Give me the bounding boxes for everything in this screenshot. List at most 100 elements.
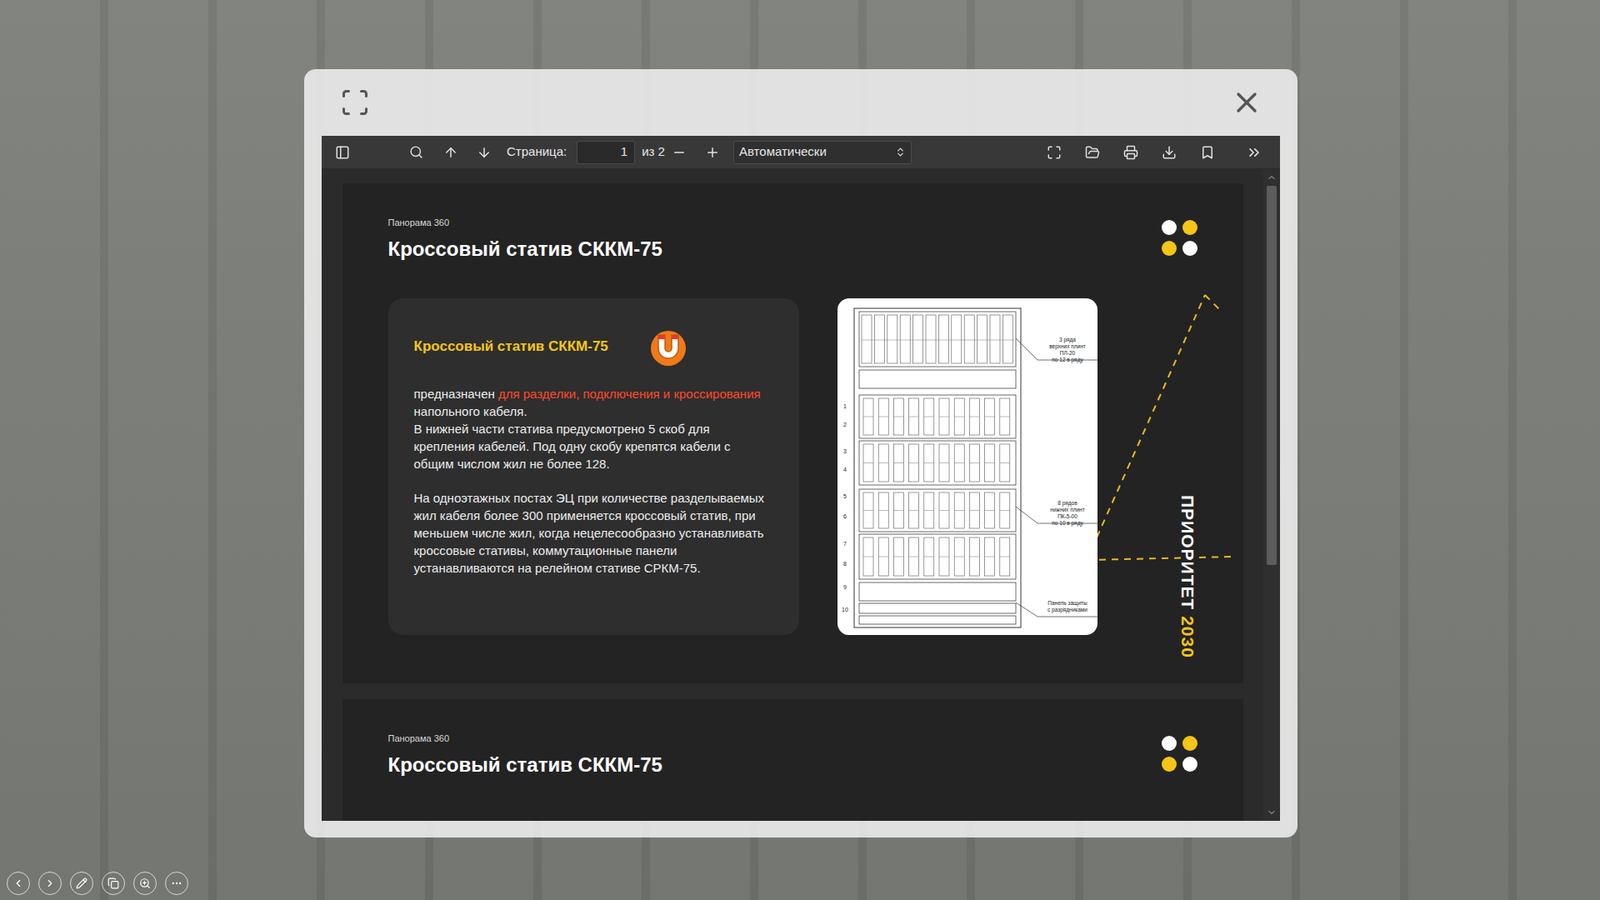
page-caption: Панорама 360 bbox=[388, 732, 663, 745]
pdf-toolbar: Страница: 1 из 2 Автоматически bbox=[321, 135, 1280, 170]
cabinet-diagram: 123456789103 рядаверхних плинтПЛ-20по 12… bbox=[837, 298, 1098, 635]
minus-icon bbox=[671, 145, 687, 160]
dot bbox=[1182, 240, 1198, 256]
arrow-down-icon bbox=[476, 145, 492, 160]
dot bbox=[1161, 240, 1177, 256]
search-icon bbox=[409, 145, 424, 160]
svg-text:Панель защиты: Панель защиты bbox=[1047, 600, 1088, 607]
dot bbox=[1182, 220, 1198, 235]
scroll-thumb[interactable] bbox=[1266, 185, 1277, 565]
page-header: Панорама 360 Кроссовый статив СККМ-75 bbox=[388, 732, 1198, 778]
prev-page-button[interactable] bbox=[438, 140, 464, 165]
control-icon bbox=[170, 877, 183, 890]
paragraph-group: предназначен для разделки, подключения и… bbox=[414, 385, 774, 473]
decor-lines bbox=[1080, 291, 1239, 567]
page-input[interactable]: 1 bbox=[576, 140, 635, 165]
panorama-control[interactable] bbox=[70, 871, 94, 895]
pdf-viewer: Страница: 1 из 2 Автоматически Панорама 360 К… bbox=[321, 135, 1280, 821]
sidebar-icon bbox=[335, 145, 350, 160]
diagram-card: 123456789103 рядаверхних плинтПЛ-20по 12… bbox=[837, 298, 1098, 635]
dot bbox=[1161, 735, 1177, 751]
document-page: Панорама 360Кроссовый статив СККМ-75Крос… bbox=[342, 183, 1244, 684]
page-header: Панорама 360Кроссовый статив СККМ-75 bbox=[388, 216, 1198, 262]
scroll-up-icon bbox=[1266, 172, 1277, 183]
presentation-icon bbox=[1046, 145, 1062, 160]
control-icon bbox=[75, 877, 88, 890]
svg-text:10: 10 bbox=[841, 606, 849, 613]
close-icon bbox=[1230, 85, 1264, 120]
bookmark-button[interactable] bbox=[1195, 140, 1220, 165]
svg-text:7: 7 bbox=[843, 540, 847, 547]
sidebar-toggle[interactable] bbox=[330, 140, 355, 165]
open-file-button[interactable] bbox=[1080, 140, 1105, 165]
zoom-out-button[interactable] bbox=[666, 140, 692, 165]
svg-text:с разрядниками: с разрядниками bbox=[1047, 606, 1088, 614]
brand-dots bbox=[1161, 220, 1198, 256]
control-icon bbox=[139, 877, 151, 890]
svg-text:3: 3 bbox=[843, 448, 847, 455]
card-paragraph: предназначен для разделки, подключения и… bbox=[414, 385, 774, 420]
panorama-control[interactable] bbox=[38, 871, 62, 895]
dot bbox=[1161, 220, 1177, 235]
scrollbar[interactable] bbox=[1263, 169, 1280, 821]
svg-text:9: 9 bbox=[843, 584, 847, 590]
document-page: Панорама 360 Кроссовый статив СККМ-75 bbox=[342, 699, 1244, 821]
fullscreen-icon bbox=[340, 87, 370, 118]
panorama-control[interactable] bbox=[101, 871, 125, 895]
control-icon bbox=[107, 877, 120, 890]
zoom-select[interactable]: Автоматически bbox=[733, 140, 912, 165]
more-tools-button[interactable] bbox=[1241, 140, 1267, 165]
control-icon bbox=[44, 877, 56, 890]
info-card: Кроссовый статив СККМ-75 предназначен для… bbox=[388, 298, 800, 635]
svg-text:8: 8 bbox=[843, 560, 847, 567]
next-page-button[interactable] bbox=[471, 140, 497, 165]
bookmark-icon bbox=[1200, 145, 1215, 160]
panorama-control[interactable] bbox=[165, 871, 189, 895]
arrow-up-icon bbox=[443, 145, 459, 160]
search-button[interactable] bbox=[403, 140, 429, 165]
page-label: Страница: bbox=[506, 142, 567, 162]
svg-text:4: 4 bbox=[843, 466, 847, 473]
page-title: Кроссовый статив СККМ-75 bbox=[388, 752, 663, 778]
fullscreen-button[interactable] bbox=[338, 85, 372, 120]
download-icon bbox=[1161, 145, 1177, 160]
download-button[interactable] bbox=[1156, 140, 1182, 165]
page-caption: Панорама 360 bbox=[388, 216, 663, 229]
card-paragraph: В нижней части статива предусмотрено 5 с… bbox=[414, 420, 774, 473]
svg-text:по 10 в ряду: по 10 в ряду bbox=[1051, 520, 1084, 527]
panorama-viewer: Страница: 1 из 2 Автоматически Панорама 360 К… bbox=[0, 0, 1600, 900]
svg-text:6: 6 bbox=[843, 513, 847, 520]
print-button[interactable] bbox=[1118, 140, 1144, 165]
folder-icon bbox=[1085, 145, 1100, 160]
svg-text:1: 1 bbox=[843, 403, 847, 410]
document-scroll[interactable]: Панорама 360Кроссовый статив СККМ-75Крос… bbox=[321, 169, 1264, 821]
presentation-button[interactable] bbox=[1041, 140, 1067, 165]
close-button[interactable] bbox=[1230, 85, 1264, 120]
svg-text:по 12 в ряду: по 12 в ряду bbox=[1051, 356, 1084, 364]
scroll-down-icon bbox=[1266, 807, 1277, 818]
svg-text:5: 5 bbox=[843, 493, 847, 500]
printer-icon bbox=[1123, 145, 1139, 160]
zoom-in-button[interactable] bbox=[700, 140, 725, 165]
card-heading: Кроссовый статив СККМ-75 bbox=[414, 337, 609, 356]
svg-text:3 ряда: 3 ряда bbox=[1059, 336, 1076, 344]
card-paragraph: На одноэтажных постах ЭЦ при количестве … bbox=[414, 489, 774, 577]
svg-text:ПЛ-20: ПЛ-20 bbox=[1060, 350, 1076, 356]
page-total: из 2 bbox=[641, 142, 665, 162]
logo-icon bbox=[646, 326, 687, 367]
select-arrow-icon bbox=[895, 146, 906, 158]
document-modal: Страница: 1 из 2 Автоматически Панорама 360 К… bbox=[304, 69, 1298, 838]
panorama-controls bbox=[6, 871, 189, 895]
brand-dots bbox=[1161, 735, 1198, 772]
dot bbox=[1161, 756, 1177, 772]
svg-text:верхних плинт: верхних плинт bbox=[1049, 343, 1086, 350]
dot bbox=[1182, 735, 1198, 751]
svg-text:ПК-5-00: ПК-5-00 bbox=[1057, 513, 1078, 520]
priority-badge: ПРИОРИТЕТ 2030 bbox=[1177, 495, 1198, 659]
panorama-control[interactable] bbox=[133, 871, 157, 895]
svg-text:нижних плинт: нижних плинт bbox=[1050, 506, 1085, 513]
dot bbox=[1182, 756, 1198, 772]
panorama-control[interactable] bbox=[6, 871, 30, 895]
plus-icon bbox=[705, 145, 720, 160]
svg-text:8 рядов: 8 рядов bbox=[1057, 500, 1078, 507]
